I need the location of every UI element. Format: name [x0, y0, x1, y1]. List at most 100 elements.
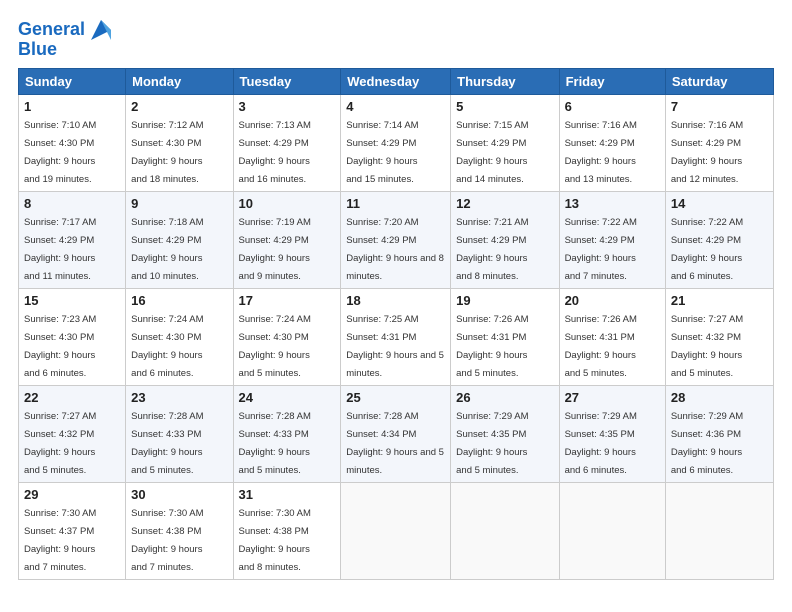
- calendar-cell: 29 Sunrise: 7:30 AMSunset: 4:37 PMDaylig…: [19, 483, 126, 580]
- calendar-cell: 10 Sunrise: 7:19 AMSunset: 4:29 PMDaylig…: [233, 192, 341, 289]
- day-number: 24: [239, 390, 336, 405]
- calendar-cell: 30 Sunrise: 7:30 AMSunset: 4:38 PMDaylig…: [126, 483, 233, 580]
- calendar-cell: 11 Sunrise: 7:20 AMSunset: 4:29 PMDaylig…: [341, 192, 451, 289]
- day-number: 12: [456, 196, 553, 211]
- calendar-cell: 7 Sunrise: 7:16 AMSunset: 4:29 PMDayligh…: [665, 95, 773, 192]
- day-number: 4: [346, 99, 445, 114]
- logo: General Blue: [18, 16, 115, 60]
- day-detail: Sunrise: 7:25 AMSunset: 4:31 PMDaylight:…: [346, 314, 444, 379]
- day-detail: Sunrise: 7:27 AMSunset: 4:32 PMDaylight:…: [671, 314, 743, 379]
- day-detail: Sunrise: 7:28 AMSunset: 4:33 PMDaylight:…: [239, 411, 311, 476]
- day-number: 20: [565, 293, 660, 308]
- day-detail: Sunrise: 7:30 AMSunset: 4:37 PMDaylight:…: [24, 508, 96, 573]
- day-number: 28: [671, 390, 768, 405]
- day-number: 2: [131, 99, 227, 114]
- day-detail: Sunrise: 7:29 AMSunset: 4:35 PMDaylight:…: [565, 411, 637, 476]
- calendar-cell: 9 Sunrise: 7:18 AMSunset: 4:29 PMDayligh…: [126, 192, 233, 289]
- day-detail: Sunrise: 7:17 AMSunset: 4:29 PMDaylight:…: [24, 217, 96, 282]
- calendar-cell: 6 Sunrise: 7:16 AMSunset: 4:29 PMDayligh…: [559, 95, 665, 192]
- day-number: 27: [565, 390, 660, 405]
- day-number: 13: [565, 196, 660, 211]
- calendar-cell: 17 Sunrise: 7:24 AMSunset: 4:30 PMDaylig…: [233, 289, 341, 386]
- day-number: 14: [671, 196, 768, 211]
- day-number: 8: [24, 196, 120, 211]
- calendar-cell: 14 Sunrise: 7:22 AMSunset: 4:29 PMDaylig…: [665, 192, 773, 289]
- day-detail: Sunrise: 7:13 AMSunset: 4:29 PMDaylight:…: [239, 120, 311, 185]
- calendar-cell: 13 Sunrise: 7:22 AMSunset: 4:29 PMDaylig…: [559, 192, 665, 289]
- calendar-cell: 4 Sunrise: 7:14 AMSunset: 4:29 PMDayligh…: [341, 95, 451, 192]
- day-detail: Sunrise: 7:12 AMSunset: 4:30 PMDaylight:…: [131, 120, 203, 185]
- day-number: 3: [239, 99, 336, 114]
- calendar-cell: 3 Sunrise: 7:13 AMSunset: 4:29 PMDayligh…: [233, 95, 341, 192]
- day-detail: Sunrise: 7:18 AMSunset: 4:29 PMDaylight:…: [131, 217, 203, 282]
- weekday-header-row: SundayMondayTuesdayWednesdayThursdayFrid…: [19, 69, 774, 95]
- day-number: 19: [456, 293, 553, 308]
- calendar-cell: 31 Sunrise: 7:30 AMSunset: 4:38 PMDaylig…: [233, 483, 341, 580]
- calendar-cell: 19 Sunrise: 7:26 AMSunset: 4:31 PMDaylig…: [451, 289, 559, 386]
- day-number: 22: [24, 390, 120, 405]
- day-detail: Sunrise: 7:26 AMSunset: 4:31 PMDaylight:…: [565, 314, 637, 379]
- logo-icon: [87, 16, 115, 44]
- day-number: 25: [346, 390, 445, 405]
- day-number: 1: [24, 99, 120, 114]
- calendar-cell: 20 Sunrise: 7:26 AMSunset: 4:31 PMDaylig…: [559, 289, 665, 386]
- calendar-cell: 26 Sunrise: 7:29 AMSunset: 4:35 PMDaylig…: [451, 386, 559, 483]
- day-number: 7: [671, 99, 768, 114]
- calendar-cell: 8 Sunrise: 7:17 AMSunset: 4:29 PMDayligh…: [19, 192, 126, 289]
- day-number: 15: [24, 293, 120, 308]
- page: General Blue SundayMondayTuesdayWednesda…: [0, 0, 792, 590]
- day-detail: Sunrise: 7:30 AMSunset: 4:38 PMDaylight:…: [239, 508, 311, 573]
- calendar-cell: 18 Sunrise: 7:25 AMSunset: 4:31 PMDaylig…: [341, 289, 451, 386]
- calendar-cell: [559, 483, 665, 580]
- day-detail: Sunrise: 7:24 AMSunset: 4:30 PMDaylight:…: [239, 314, 311, 379]
- weekday-header-monday: Monday: [126, 69, 233, 95]
- day-detail: Sunrise: 7:20 AMSunset: 4:29 PMDaylight:…: [346, 217, 444, 282]
- day-number: 10: [239, 196, 336, 211]
- weekday-header-wednesday: Wednesday: [341, 69, 451, 95]
- weekday-header-saturday: Saturday: [665, 69, 773, 95]
- day-detail: Sunrise: 7:26 AMSunset: 4:31 PMDaylight:…: [456, 314, 528, 379]
- weekday-header-thursday: Thursday: [451, 69, 559, 95]
- calendar-cell: 5 Sunrise: 7:15 AMSunset: 4:29 PMDayligh…: [451, 95, 559, 192]
- calendar-cell: [341, 483, 451, 580]
- day-number: 9: [131, 196, 227, 211]
- day-number: 23: [131, 390, 227, 405]
- day-detail: Sunrise: 7:27 AMSunset: 4:32 PMDaylight:…: [24, 411, 96, 476]
- calendar-cell: 21 Sunrise: 7:27 AMSunset: 4:32 PMDaylig…: [665, 289, 773, 386]
- day-number: 30: [131, 487, 227, 502]
- calendar-week-5: 29 Sunrise: 7:30 AMSunset: 4:37 PMDaylig…: [19, 483, 774, 580]
- day-number: 26: [456, 390, 553, 405]
- day-detail: Sunrise: 7:16 AMSunset: 4:29 PMDaylight:…: [565, 120, 637, 185]
- weekday-header-sunday: Sunday: [19, 69, 126, 95]
- day-number: 18: [346, 293, 445, 308]
- day-number: 17: [239, 293, 336, 308]
- day-detail: Sunrise: 7:10 AMSunset: 4:30 PMDaylight:…: [24, 120, 96, 185]
- day-number: 21: [671, 293, 768, 308]
- calendar-cell: 24 Sunrise: 7:28 AMSunset: 4:33 PMDaylig…: [233, 386, 341, 483]
- calendar-cell: [665, 483, 773, 580]
- calendar-week-2: 8 Sunrise: 7:17 AMSunset: 4:29 PMDayligh…: [19, 192, 774, 289]
- weekday-header-tuesday: Tuesday: [233, 69, 341, 95]
- calendar-cell: 2 Sunrise: 7:12 AMSunset: 4:30 PMDayligh…: [126, 95, 233, 192]
- header: General Blue: [18, 16, 774, 60]
- weekday-header-friday: Friday: [559, 69, 665, 95]
- day-number: 5: [456, 99, 553, 114]
- day-detail: Sunrise: 7:19 AMSunset: 4:29 PMDaylight:…: [239, 217, 311, 282]
- calendar-table: SundayMondayTuesdayWednesdayThursdayFrid…: [18, 68, 774, 580]
- day-detail: Sunrise: 7:16 AMSunset: 4:29 PMDaylight:…: [671, 120, 743, 185]
- calendar-cell: 12 Sunrise: 7:21 AMSunset: 4:29 PMDaylig…: [451, 192, 559, 289]
- calendar-cell: 25 Sunrise: 7:28 AMSunset: 4:34 PMDaylig…: [341, 386, 451, 483]
- day-detail: Sunrise: 7:14 AMSunset: 4:29 PMDaylight:…: [346, 120, 418, 185]
- calendar-cell: 23 Sunrise: 7:28 AMSunset: 4:33 PMDaylig…: [126, 386, 233, 483]
- day-detail: Sunrise: 7:23 AMSunset: 4:30 PMDaylight:…: [24, 314, 96, 379]
- day-detail: Sunrise: 7:30 AMSunset: 4:38 PMDaylight:…: [131, 508, 203, 573]
- day-detail: Sunrise: 7:21 AMSunset: 4:29 PMDaylight:…: [456, 217, 528, 282]
- day-detail: Sunrise: 7:29 AMSunset: 4:36 PMDaylight:…: [671, 411, 743, 476]
- calendar-cell: 28 Sunrise: 7:29 AMSunset: 4:36 PMDaylig…: [665, 386, 773, 483]
- calendar-week-3: 15 Sunrise: 7:23 AMSunset: 4:30 PMDaylig…: [19, 289, 774, 386]
- day-detail: Sunrise: 7:22 AMSunset: 4:29 PMDaylight:…: [565, 217, 637, 282]
- day-detail: Sunrise: 7:15 AMSunset: 4:29 PMDaylight:…: [456, 120, 528, 185]
- calendar-cell: 15 Sunrise: 7:23 AMSunset: 4:30 PMDaylig…: [19, 289, 126, 386]
- calendar-cell: 22 Sunrise: 7:27 AMSunset: 4:32 PMDaylig…: [19, 386, 126, 483]
- day-detail: Sunrise: 7:22 AMSunset: 4:29 PMDaylight:…: [671, 217, 743, 282]
